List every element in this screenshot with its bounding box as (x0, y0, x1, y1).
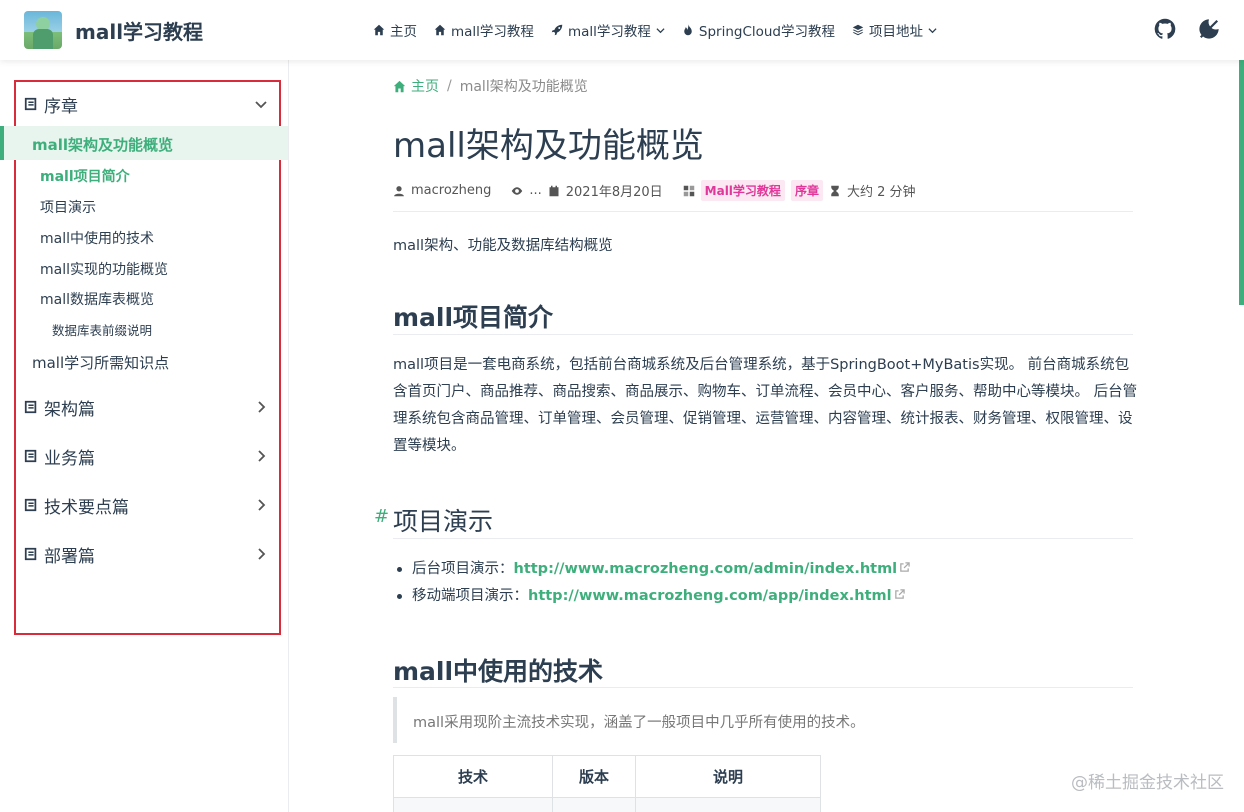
chevron-down-icon (928, 27, 937, 33)
nav-icons (1154, 18, 1220, 40)
nav-link-mall-tutorial[interactable]: mall学习教程 (434, 20, 534, 40)
site-logo (24, 11, 62, 49)
list-item: 后台项目演示：http://www.macrozheng.com/admin/i… (393, 556, 910, 583)
sidebar-item-active[interactable]: mall架构及功能概览 (0, 126, 288, 160)
chevron-down-icon (255, 101, 267, 109)
home-icon (373, 24, 385, 36)
category-tag[interactable]: 序章 (790, 180, 823, 201)
category-icon (683, 185, 694, 196)
watermark: @稀土掘金技术社区 (1071, 773, 1224, 793)
breadcrumb-current: mall架构及功能概览 (459, 79, 588, 95)
nav-link-mall-tutorial-dropdown[interactable]: mall学习教程 (551, 20, 665, 40)
table-header: 说明 (635, 755, 821, 798)
chevron-right-icon (258, 548, 266, 560)
sidebar-group-tech-points[interactable]: 技术要点篇 (24, 492, 269, 518)
mobile-demo-link[interactable]: http://www.macrozheng.com/app/index.html (528, 588, 892, 604)
site-name: mall学习教程 (75, 19, 204, 44)
tech-table: 技术 版本 说明 (393, 755, 821, 812)
fire-icon (684, 24, 692, 36)
chevron-down-icon (656, 27, 665, 33)
book-icon (24, 498, 37, 512)
home-icon (434, 24, 446, 36)
book-icon (24, 400, 37, 414)
eye-icon (512, 186, 523, 195)
sidebar-subitem-tech[interactable]: mall中使用的技术 (40, 228, 154, 248)
sidebar-group-architecture[interactable]: 架构篇 (24, 394, 269, 420)
book-icon (24, 547, 37, 561)
table-cell (635, 797, 821, 812)
top-navbar: mall学习教程 主页 mall学习教程 mall学习教程 SpringClou… (0, 0, 1244, 60)
chevron-right-icon (258, 450, 266, 462)
article-meta: macrozheng ... 2021年8月20日 Mall学习教程 序章 大约… (393, 180, 916, 201)
heading-anchor-link[interactable]: # (374, 506, 389, 527)
brand[interactable]: mall学习教程 (24, 11, 203, 49)
breadcrumb-home[interactable]: 主页 (393, 76, 439, 96)
breadcrumb-separator: / (447, 78, 452, 94)
theme-toggle-icon[interactable] (1198, 18, 1220, 40)
publish-date: 2021年8月20日 (565, 185, 663, 200)
breadcrumb: 主页 / mall架构及功能概览 (393, 76, 588, 96)
admin-demo-link[interactable]: http://www.macrozheng.com/admin/index.ht… (514, 561, 898, 577)
nav-links: 主页 mall学习教程 mall学习教程 SpringCloud学习教程 项目地… (373, 0, 937, 60)
heading-demo-wrap: # 项目演示 (374, 502, 494, 538)
heading-intro: mall项目简介 (393, 303, 554, 332)
list-item: 移动端项目演示：http://www.macrozheng.com/app/in… (393, 583, 910, 610)
nav-link-project-address[interactable]: 项目地址 (852, 20, 937, 40)
heading-tech: mall中使用的技术 (393, 657, 604, 686)
sidebar-subitem-demo[interactable]: 项目演示 (40, 197, 96, 217)
table-cell (393, 797, 553, 812)
table-header: 版本 (552, 755, 636, 798)
divider (393, 334, 1133, 335)
article-description: mall架构、功能及数据库结构概览 (393, 238, 613, 254)
chevron-right-icon (258, 401, 266, 413)
nav-link-springcloud[interactable]: SpringCloud学习教程 (682, 20, 835, 40)
sidebar-subitem-prefix[interactable]: 数据库表前缀说明 (52, 320, 152, 339)
demo-list: 后台项目演示：http://www.macrozheng.com/admin/i… (393, 556, 910, 610)
sidebar-subitem-intro[interactable]: mall项目简介 (40, 166, 130, 186)
tech-quote: mall采用现阶主流技术实现，涵盖了一般项目中几乎所有使用的技术。 (393, 697, 1133, 743)
sidebar-subitem-features[interactable]: mall实现的功能概览 (40, 259, 168, 279)
external-link-icon (894, 589, 905, 599)
home-icon (393, 80, 406, 92)
user-icon (394, 185, 404, 196)
calendar-icon (549, 185, 559, 196)
category-tag[interactable]: Mall学习教程 (700, 180, 785, 201)
author[interactable]: macrozheng (411, 183, 491, 198)
book-icon (24, 449, 37, 463)
sidebar-subitem-database[interactable]: mall数据库表概览 (40, 289, 154, 309)
view-count: ... (529, 183, 542, 198)
rocket-icon (551, 24, 563, 36)
scroll-progress-indicator (1239, 60, 1244, 305)
sidebar-group-deploy[interactable]: 部署篇 (24, 541, 269, 567)
sidebar: 序章 mall架构及功能概览 mall项目简介 项目演示 mall中使用的技术 … (0, 60, 289, 812)
divider (393, 211, 1133, 212)
sidebar-group-business[interactable]: 业务篇 (24, 443, 269, 469)
book-icon (24, 97, 37, 111)
chevron-right-icon (258, 499, 266, 511)
github-icon[interactable] (1154, 18, 1176, 40)
layers-icon (852, 24, 864, 36)
external-link-icon (900, 562, 910, 572)
divider (393, 687, 1133, 688)
page-title: mall架构及功能概览 (393, 126, 704, 166)
sidebar-group-prologue[interactable]: 序章 (24, 91, 269, 117)
nav-link-home[interactable]: 主页 (373, 20, 417, 40)
heading-demo: 项目演示 (393, 507, 494, 536)
hourglass-icon (831, 185, 839, 196)
sidebar-item-knowledge[interactable]: mall学习所需知识点 (32, 352, 169, 373)
table-header: 技术 (393, 755, 553, 798)
reading-time: 大约 2 分钟 (846, 185, 916, 200)
divider (393, 538, 1133, 539)
table-cell (552, 797, 636, 812)
intro-paragraph: mall项目是一套电商系统，包括前台商城系统及后台管理系统，基于SpringBo… (393, 357, 1138, 454)
